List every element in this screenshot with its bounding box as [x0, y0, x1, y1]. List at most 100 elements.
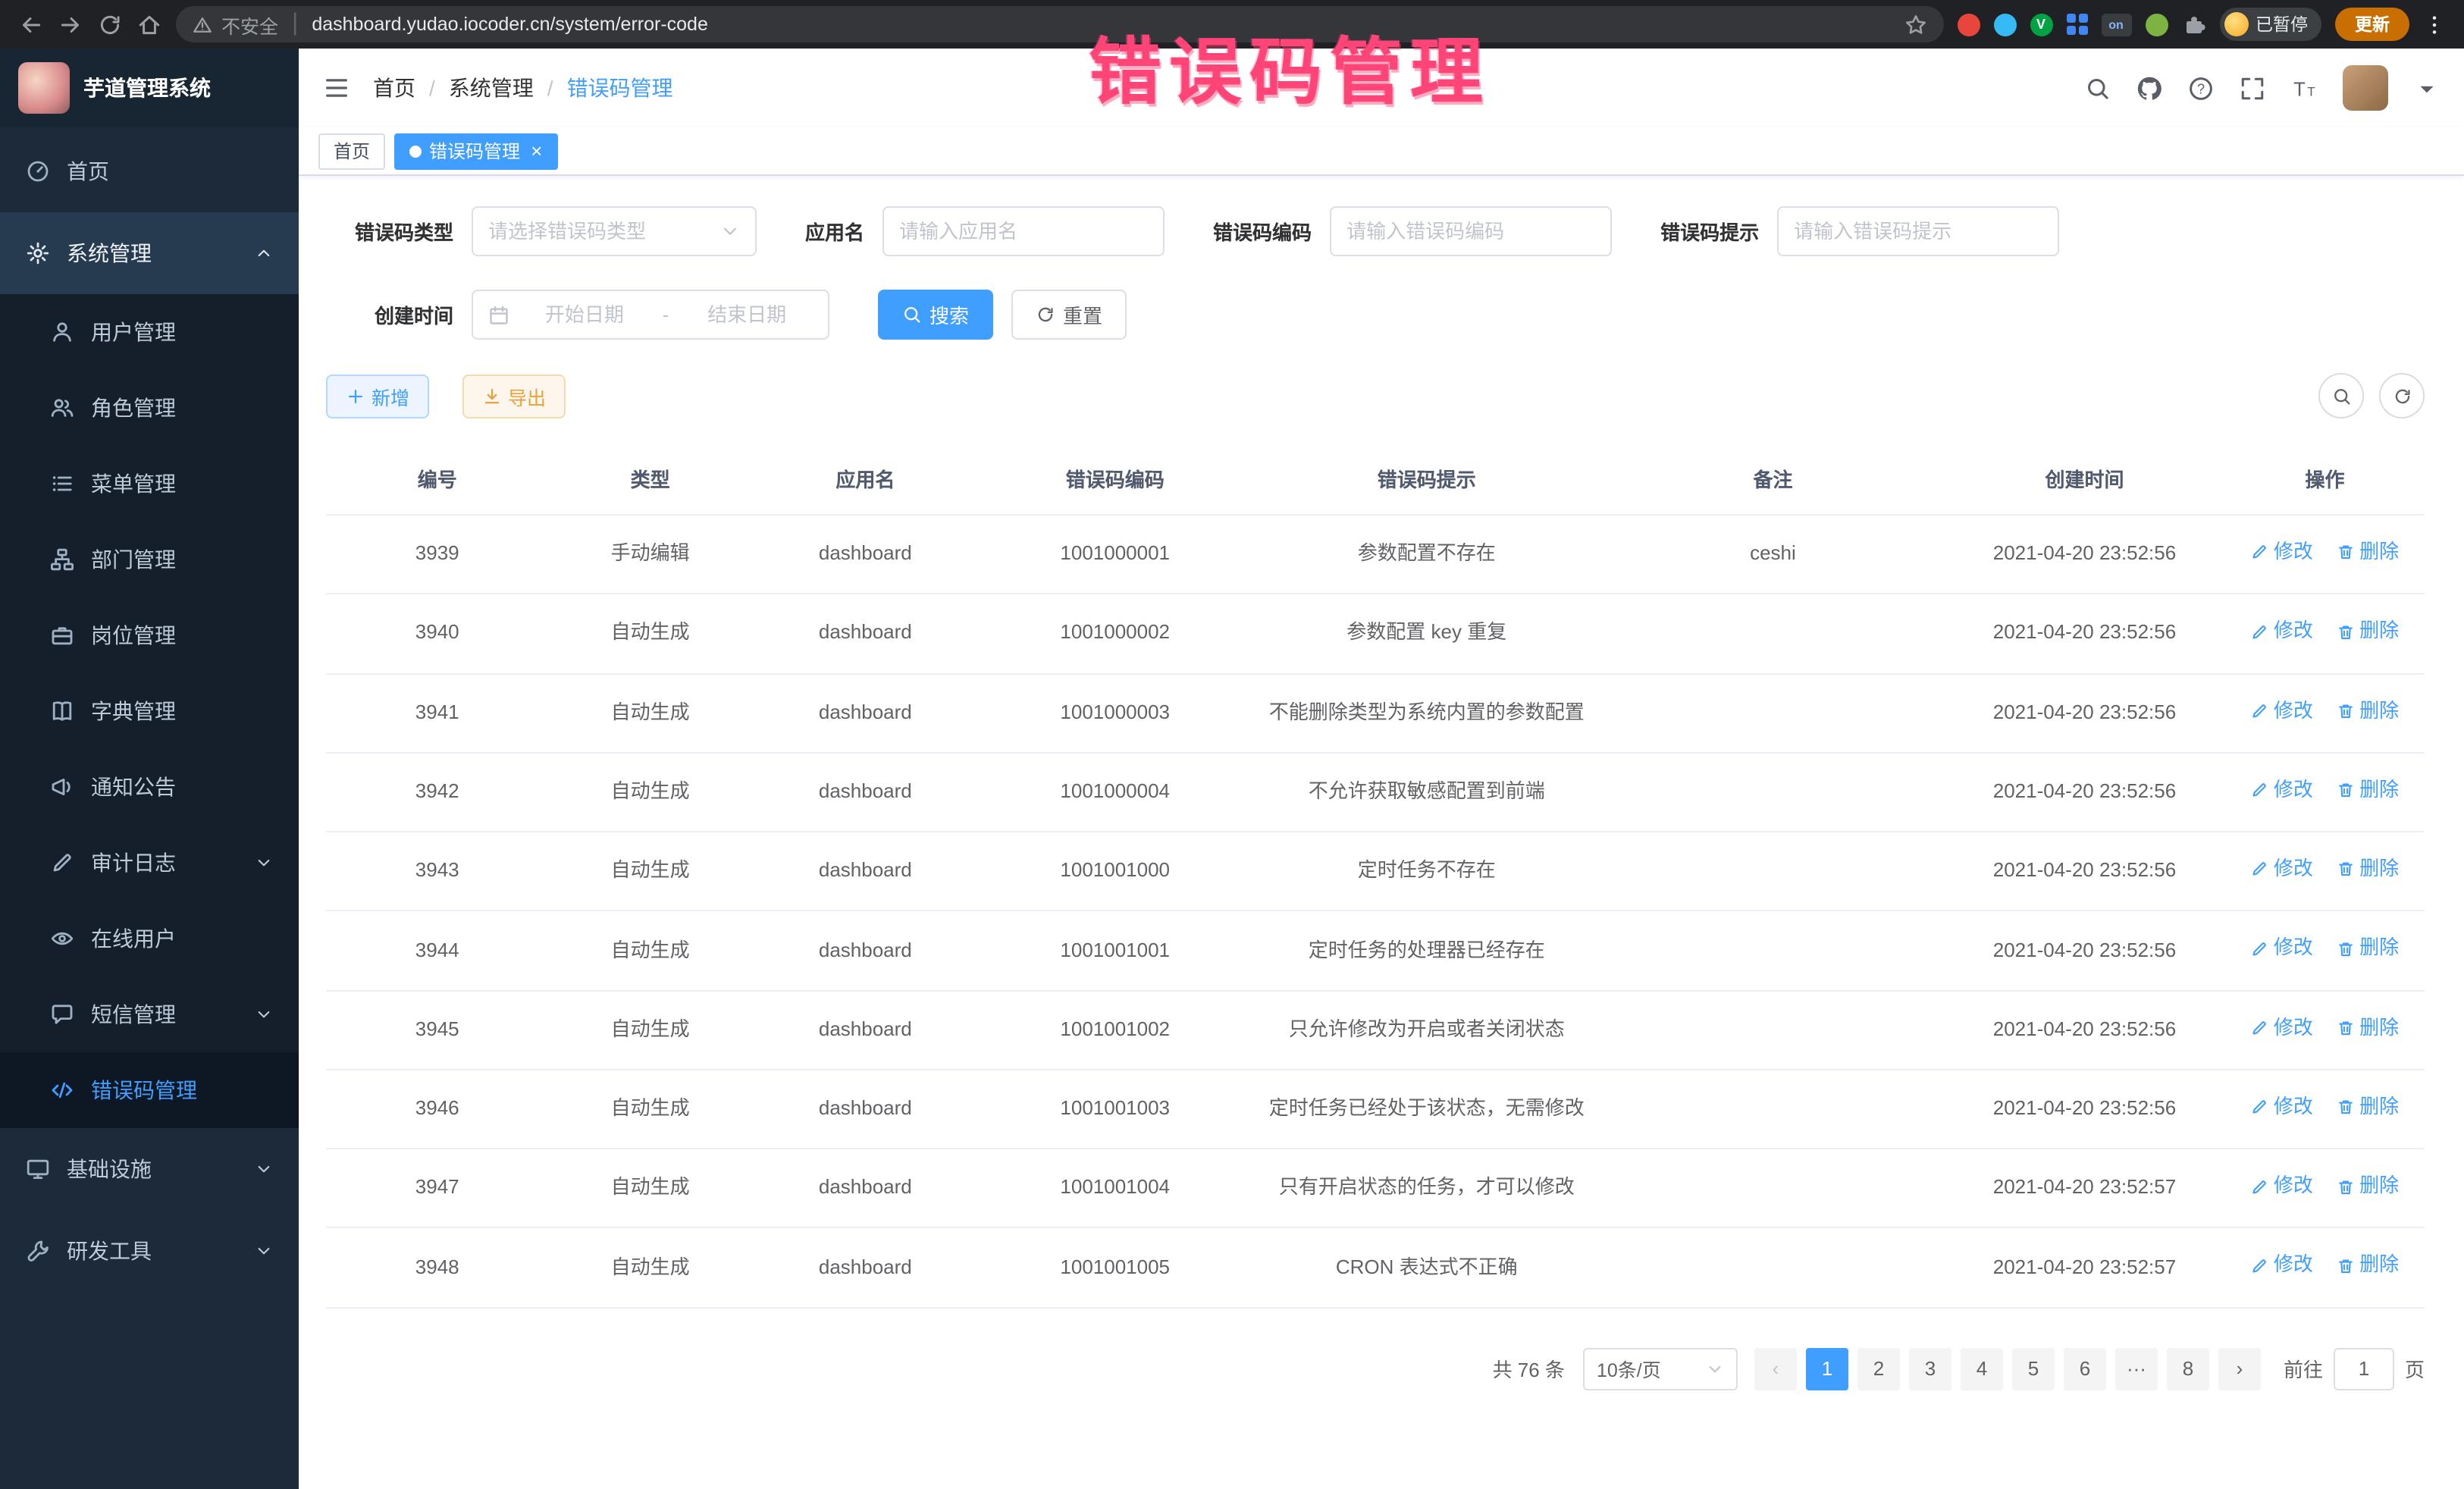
- sidebar-item-dept-management[interactable]: 部门管理: [0, 522, 299, 597]
- home-icon[interactable]: [136, 11, 162, 37]
- error-message-input[interactable]: [1794, 220, 2042, 243]
- chrome-update-button[interactable]: 更新: [2335, 8, 2409, 41]
- sidebar-item-role-management[interactable]: 角色管理: [0, 370, 299, 446]
- edit-icon: [2251, 781, 2269, 799]
- sidebar-item-dev-tools[interactable]: 研发工具: [0, 1210, 299, 1292]
- date-range-picker[interactable]: -: [472, 290, 829, 340]
- edit-link[interactable]: 修改: [2251, 855, 2313, 884]
- error-code-table: 编号 类型 应用名 错误码编码 错误码提示 备注 创建时间 操作: [326, 443, 2425, 1308]
- url-divider: |: [292, 11, 298, 38]
- error-type-select[interactable]: [472, 206, 757, 256]
- delete-link[interactable]: 删除: [2337, 935, 2399, 964]
- prev-page-button[interactable]: ‹: [1754, 1347, 1797, 1390]
- search-button[interactable]: 搜索: [878, 290, 993, 340]
- caret-down-icon[interactable]: [2414, 75, 2440, 101]
- delete-link[interactable]: 删除: [2337, 1093, 2399, 1122]
- page-size-select[interactable]: 10条/页: [1583, 1347, 1738, 1390]
- tab-home[interactable]: 首页: [318, 133, 385, 169]
- delete-link[interactable]: 删除: [2337, 618, 2399, 647]
- address-bar[interactable]: 不安全 | dashboard.yudao.iocoder.cn/system/…: [176, 6, 1943, 42]
- edit-link[interactable]: 修改: [2251, 1093, 2313, 1122]
- delete-link[interactable]: 删除: [2337, 1252, 2399, 1281]
- sidebar-item-post-management[interactable]: 岗位管理: [0, 597, 299, 673]
- add-button[interactable]: 新增: [326, 374, 429, 418]
- page-button[interactable]: 2: [1857, 1347, 1900, 1390]
- edit-link[interactable]: 修改: [2251, 935, 2313, 964]
- page-button[interactable]: 5: [2012, 1347, 2055, 1390]
- breadcrumb-system[interactable]: 系统管理: [449, 73, 534, 103]
- extension-icon-v[interactable]: V: [2030, 13, 2052, 36]
- help-icon[interactable]: [2188, 75, 2214, 101]
- toggle-search-button[interactable]: [2318, 373, 2364, 418]
- github-icon[interactable]: [2136, 75, 2162, 101]
- page-button[interactable]: 8: [2167, 1347, 2209, 1390]
- reload-icon[interactable]: [97, 11, 123, 37]
- search-icon[interactable]: [2085, 75, 2111, 101]
- edit-link[interactable]: 修改: [2251, 697, 2313, 726]
- extension-icon-on[interactable]: on: [2101, 13, 2131, 36]
- extension-icon-red[interactable]: [1957, 13, 1980, 36]
- logo[interactable]: 芋道管理系统: [0, 49, 299, 127]
- sidebar-item-system-management[interactable]: 系统管理: [0, 212, 299, 294]
- edit-link[interactable]: 修改: [2251, 618, 2313, 647]
- delete-link[interactable]: 删除: [2337, 1014, 2399, 1042]
- delete-link[interactable]: 删除: [2337, 855, 2399, 884]
- sidebar-toggle-icon[interactable]: [323, 74, 350, 102]
- next-page-button[interactable]: ›: [2218, 1347, 2261, 1390]
- edit-link[interactable]: 修改: [2251, 1172, 2313, 1201]
- user-avatar[interactable]: [2343, 65, 2388, 111]
- page-button[interactable]: 1: [1806, 1347, 1848, 1390]
- extension-icon-leaf[interactable]: [2145, 13, 2168, 36]
- sidebar-item-error-code-management[interactable]: 错误码管理: [0, 1052, 299, 1128]
- app-name-input[interactable]: [899, 220, 1148, 243]
- breadcrumb-home[interactable]: 首页: [373, 73, 415, 103]
- sidebar-item-online-users[interactable]: 在线用户: [0, 901, 299, 976]
- sidebar-item-home[interactable]: 首页: [0, 130, 299, 212]
- page-button[interactable]: 3: [1909, 1347, 1951, 1390]
- back-icon[interactable]: [18, 11, 44, 37]
- sidebar-item-user-management[interactable]: 用户管理: [0, 294, 299, 370]
- edit-icon: [2251, 1177, 2269, 1196]
- refresh-table-button[interactable]: [2379, 373, 2425, 418]
- tab-close-icon[interactable]: ×: [531, 141, 542, 161]
- extension-icon-drop[interactable]: [1993, 13, 2016, 36]
- chrome-menu-icon[interactable]: [2423, 13, 2446, 36]
- delete-link[interactable]: 删除: [2337, 538, 2399, 567]
- error-code-input[interactable]: [1346, 220, 1595, 243]
- delete-link[interactable]: 删除: [2337, 697, 2399, 726]
- extension-icon-grid[interactable]: [2066, 14, 2087, 35]
- date-start-input[interactable]: [519, 303, 650, 326]
- edit-link[interactable]: 修改: [2251, 1014, 2313, 1042]
- edit-icon: [2251, 622, 2269, 641]
- sidebar-item-audit-log[interactable]: 审计日志: [0, 825, 299, 901]
- date-end-input[interactable]: [681, 303, 813, 326]
- delete-link[interactable]: 删除: [2337, 1172, 2399, 1201]
- profile-paused-badge[interactable]: 已暂停: [2219, 8, 2321, 41]
- delete-link[interactable]: 删除: [2337, 776, 2399, 805]
- sidebar-item-infrastructure[interactable]: 基础设施: [0, 1128, 299, 1210]
- fullscreen-icon[interactable]: [2240, 75, 2265, 101]
- cell-app: dashboard: [752, 1070, 979, 1149]
- table-row: 3939 手动编辑 dashboard 1001000001 参数配置不存在 c…: [326, 515, 2425, 594]
- font-size-icon[interactable]: [2291, 75, 2317, 101]
- edit-link[interactable]: 修改: [2251, 776, 2313, 805]
- reset-button[interactable]: 重置: [1011, 290, 1127, 340]
- sidebar-item-menu-management[interactable]: 菜单管理: [0, 446, 299, 522]
- page-jump-input[interactable]: [2334, 1347, 2394, 1390]
- sidebar-item-notice[interactable]: 通知公告: [0, 749, 299, 825]
- edit-link[interactable]: 修改: [2251, 538, 2313, 567]
- export-button[interactable]: 导出: [462, 374, 566, 418]
- forward-icon[interactable]: [58, 11, 83, 37]
- edit-link[interactable]: 修改: [2251, 1252, 2313, 1281]
- book-icon: [50, 699, 74, 723]
- bookmark-star-icon[interactable]: [1904, 13, 1926, 36]
- extensions-puzzle-icon[interactable]: [2181, 12, 2205, 36]
- sidebar-item-label: 通知公告: [91, 772, 176, 802]
- sidebar-item-sms-management[interactable]: 短信管理: [0, 976, 299, 1052]
- error-type-select-input[interactable]: [488, 220, 711, 243]
- page-button[interactable]: 6: [2064, 1347, 2106, 1390]
- page-button[interactable]: 4: [1961, 1347, 2003, 1390]
- tab-error-code-management[interactable]: 错误码管理 ×: [394, 133, 557, 169]
- sidebar-item-dict-management[interactable]: 字典管理: [0, 673, 299, 749]
- page-button[interactable]: ···: [2115, 1347, 2158, 1390]
